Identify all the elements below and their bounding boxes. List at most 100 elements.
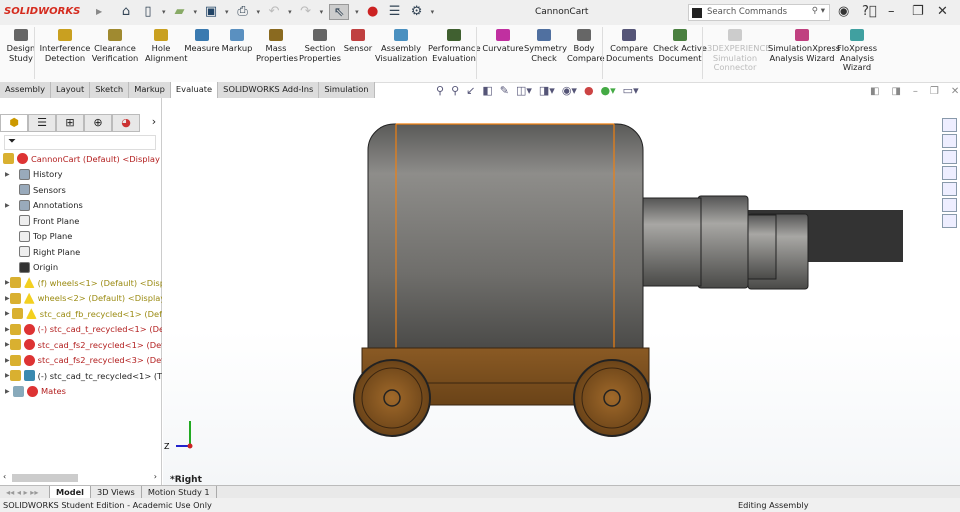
rebuild-icon[interactable]: ● <box>365 4 381 20</box>
tree-item[interactable]: ▶ Annotations <box>0 198 162 214</box>
graphics-viewport[interactable]: Z *Right <box>163 98 960 485</box>
file-explorer-icon[interactable] <box>942 166 957 180</box>
view-orientation-icon[interactable]: ◫▾ <box>516 84 532 97</box>
performance-evaluation-button[interactable]: Performance Evaluation <box>428 29 481 63</box>
file-properties-icon[interactable]: ☰ <box>387 4 403 20</box>
floxpress-analysis-wizard-button[interactable]: FloXpress Analysis Wizard <box>836 29 878 73</box>
dynamic-annotation-icon[interactable]: ✎ <box>500 84 509 97</box>
tree-item[interactable]: ▶ (-) stc_cad_t_recycled<1> (De <box>0 322 162 338</box>
viewport-minimize-button[interactable]: – <box>913 86 918 97</box>
print-icon[interactable]: ⎙ <box>235 4 251 20</box>
expand-arrow-icon[interactable]: ▶ <box>5 171 13 178</box>
chevron-down-icon[interactable]: ▾ <box>162 8 166 16</box>
expand-arrow-icon[interactable]: ▶ <box>5 357 10 364</box>
tree-item[interactable]: Top Plane <box>0 229 162 245</box>
chevron-down-icon[interactable]: ▾ <box>194 8 198 16</box>
tree-item[interactable]: Sensors <box>0 182 162 198</box>
body-compare-button[interactable]: Body Compare <box>567 29 605 63</box>
design-study-button[interactable]: Design Study <box>4 29 38 63</box>
markup-button[interactable]: Markup <box>220 29 254 54</box>
tree-item[interactable]: ▶ History <box>0 167 162 183</box>
simulationxpress-analysis-wizard-button[interactable]: SimulationXpress Analysis Wizard <box>768 29 840 63</box>
expand-menu-icon[interactable]: ▶ <box>96 7 102 16</box>
viewport-close-button[interactable]: ✕ <box>951 86 959 97</box>
tree-item[interactable]: ▶ (f) wheels<1> (Default) <Disp <box>0 275 162 291</box>
search-commands-input[interactable]: Search Commands ⚲ ▾ <box>688 4 830 21</box>
expand-arrow-icon[interactable]: ▶ <box>5 372 10 379</box>
minimize-button[interactable]: – <box>888 4 895 19</box>
section-properties-button[interactable]: Section Properties <box>298 29 342 63</box>
feature-manager-tab[interactable]: ⬢ <box>0 114 28 132</box>
design-library-icon[interactable] <box>942 150 957 164</box>
select-pointer-icon[interactable]: ⇖ <box>329 4 350 20</box>
help-icon[interactable]: ?⃝ <box>862 4 877 19</box>
zoom-to-fit-icon[interactable]: ⚲ <box>436 84 444 97</box>
property-manager-tab[interactable]: ☰ <box>28 114 56 132</box>
symmetry-check-button[interactable]: Symmetry Check <box>524 29 567 63</box>
chevron-down-icon[interactable]: ▾ <box>288 8 292 16</box>
save-icon[interactable]: ▣ <box>203 4 219 20</box>
dimxpert-manager-tab[interactable]: ⊕ <box>84 114 112 132</box>
expand-arrow-icon[interactable]: ▶ <box>5 295 10 302</box>
chevron-down-icon[interactable]: ▾ <box>431 8 435 16</box>
panel-right-icon[interactable]: ◨ <box>891 86 900 97</box>
chevron-down-icon[interactable]: ▾ <box>257 8 261 16</box>
view-settings-icon[interactable]: ▭▾ <box>623 84 639 97</box>
sensor-button[interactable]: Sensor <box>342 29 374 54</box>
section-view-icon[interactable]: ◧ <box>482 84 492 97</box>
gear-icon[interactable]: ⚙ <box>409 4 425 20</box>
tab-motion-study-1[interactable]: Motion Study 1 <box>142 486 217 498</box>
restore-button[interactable]: ❐ <box>912 4 924 19</box>
tree-item[interactable]: ▶ Mates <box>0 384 162 400</box>
chevron-down-icon[interactable]: ▾ <box>320 8 324 16</box>
expand-arrow-icon[interactable]: ▶ <box>5 202 13 209</box>
redo-icon[interactable]: ↷ <box>298 4 314 20</box>
hole-alignment-button[interactable]: Hole Alignment <box>145 29 188 63</box>
tab-scroll-arrows[interactable]: ◂◂ ◂ ▸ ▸▸ <box>0 486 50 498</box>
tab-evaluate[interactable]: Evaluate <box>170 82 219 98</box>
tab-solidworks-add-ins[interactable]: SOLIDWORKS Add-Ins <box>218 82 320 98</box>
custom-properties-icon[interactable] <box>942 214 957 228</box>
mass-properties-button[interactable]: Mass Properties <box>256 29 298 63</box>
compare-documents-button[interactable]: Compare Documents <box>606 29 653 63</box>
expand-arrow-icon[interactable]: ▶ <box>5 388 13 395</box>
clearance-verification-button[interactable]: Clearance Verification <box>90 29 140 63</box>
tab-simulation[interactable]: Simulation <box>319 82 375 98</box>
zoom-to-area-icon[interactable]: ⚲ <box>451 84 459 97</box>
viewport-restore-button[interactable]: ❐ <box>930 86 939 97</box>
appearances-icon[interactable] <box>942 198 957 212</box>
view-palette-icon[interactable] <box>942 182 957 196</box>
tab-markup[interactable]: Markup <box>129 82 171 98</box>
edit-appearance-icon[interactable]: ● <box>584 84 594 97</box>
tab-3d-views[interactable]: 3D Views <box>91 486 142 498</box>
tree-item[interactable]: Front Plane <box>0 213 162 229</box>
interference-detection-button[interactable]: Interference Detection <box>38 29 92 63</box>
home-icon[interactable]: ⌂ <box>118 4 134 20</box>
expand-arrow-icon[interactable]: ▶ <box>5 310 12 317</box>
tree-item[interactable]: ▶ stc_cad_fs2_recycled<1> (Def <box>0 337 162 353</box>
curvature-button[interactable]: Curvature <box>482 29 524 54</box>
resources-icon[interactable] <box>942 118 957 132</box>
tab-sketch[interactable]: Sketch <box>90 82 130 98</box>
expand-arrow-icon[interactable]: ▶ <box>5 341 10 348</box>
new-document-icon[interactable]: ▯ <box>140 4 156 20</box>
previous-view-icon[interactable]: ↙ <box>466 84 475 97</box>
display-style-icon[interactable]: ◨▾ <box>539 84 555 97</box>
display-manager-tab[interactable]: ◕ <box>112 114 140 132</box>
home-icon[interactable] <box>942 134 957 148</box>
apply-scene-icon[interactable]: ●▾ <box>601 84 616 97</box>
tree-item[interactable]: Right Plane <box>0 244 162 260</box>
solidworks-logo[interactable]: SOLIDWORKS <box>4 6 80 17</box>
tree-item[interactable]: ▶ stc_cad_fs2_recycled<3> (Def <box>0 353 162 369</box>
tree-root[interactable]: CannonCart (Default) <Display St <box>0 151 162 167</box>
check-active-document-button[interactable]: Check Active Document <box>652 29 708 63</box>
chevron-down-icon[interactable]: ▾ <box>225 8 229 16</box>
panel-left-icon[interactable]: ◧ <box>870 86 879 97</box>
user-icon[interactable]: ◉ <box>838 4 849 19</box>
panel-horizontal-scrollbar[interactable]: ‹ › <box>0 472 162 484</box>
hide-show-items-icon[interactable]: ◉▾ <box>562 84 577 97</box>
close-button[interactable]: ✕ <box>937 4 948 19</box>
cannon-cart-model[interactable]: Z <box>163 98 960 485</box>
tab-assembly[interactable]: Assembly <box>0 82 51 98</box>
tree-item[interactable]: Origin <box>0 260 162 276</box>
